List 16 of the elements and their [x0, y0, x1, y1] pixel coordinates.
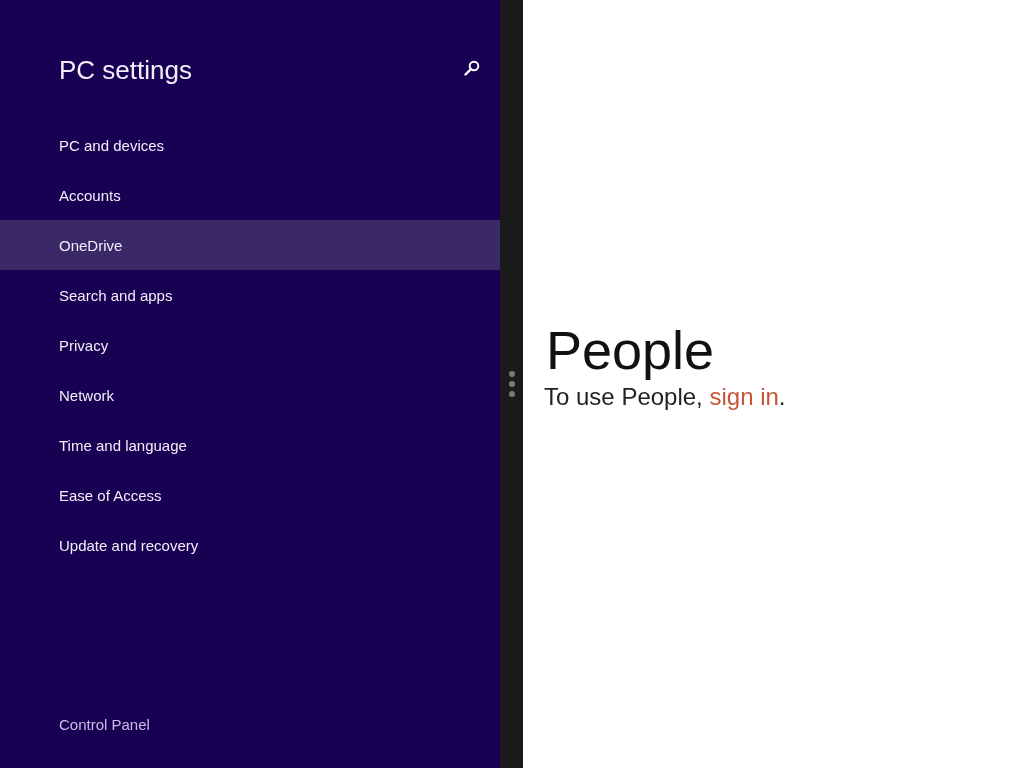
nav-item[interactable]: Network	[0, 370, 500, 420]
nav-item[interactable]: Update and recovery	[0, 520, 500, 570]
grip-dots-icon	[508, 371, 515, 397]
pane-title: PC settings	[59, 54, 192, 87]
nav-item[interactable]: Privacy	[0, 320, 500, 370]
control-panel-link[interactable]: Control Panel	[59, 716, 150, 733]
app-heading: People	[546, 319, 716, 382]
nav-item[interactable]: Ease of Access	[0, 470, 500, 520]
nav-item[interactable]: PC and devices	[0, 120, 500, 170]
sign-in-message: To use People, sign in.	[544, 382, 787, 412]
nav-item[interactable]: Accounts	[0, 170, 500, 220]
nav-item[interactable]: Time and language	[0, 420, 500, 470]
nav-item[interactable]: OneDrive	[0, 220, 500, 270]
nav-item[interactable]: Search and apps	[0, 270, 500, 320]
sign-in-link[interactable]: sign in	[709, 383, 779, 410]
search-icon[interactable]	[464, 60, 480, 76]
